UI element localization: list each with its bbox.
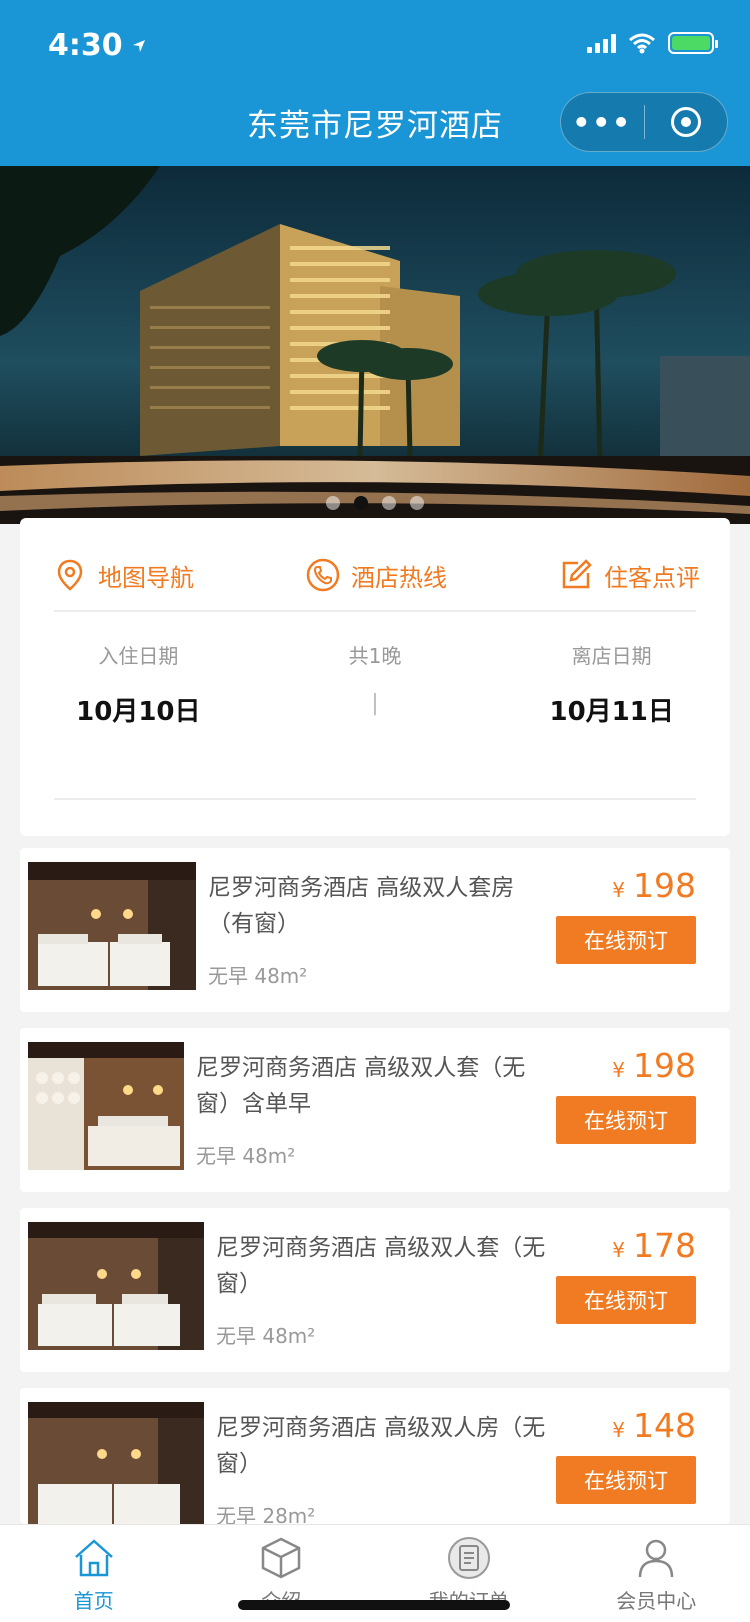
price-value: 198 — [633, 1046, 696, 1085]
room-card[interactable]: 尼罗河商务酒店 高级双人套（无窗）含单早 无早 48m² ¥198 在线预订 — [20, 1028, 730, 1192]
target-icon — [670, 107, 701, 137]
mini-program-capsule: ••• — [560, 92, 728, 152]
room-meta: 无早 48m² — [208, 964, 308, 988]
hotel-hotline-button[interactable]: 酒店热线 — [305, 540, 447, 610]
more-menu-button[interactable]: ••• — [561, 106, 644, 139]
carousel-dot[interactable] — [410, 496, 424, 510]
checkin-label: 入住日期 — [98, 644, 179, 668]
room-card[interactable]: 尼罗河商务酒店 高级双人套（无窗） 无早 48m² ¥178 在线预订 — [20, 1208, 730, 1372]
phone-icon — [306, 558, 340, 592]
cube-icon — [262, 1537, 301, 1579]
date-picker[interactable]: 入住日期 10月10日 共1晚 | 离店日期 10月11日 — [20, 628, 730, 728]
map-navigation-button[interactable]: 地图导航 — [52, 540, 194, 610]
status-icons — [587, 32, 718, 54]
room-photo — [28, 862, 196, 990]
user-icon — [639, 1539, 674, 1578]
hotel-banner-carousel[interactable] — [0, 166, 750, 524]
room-meta: 无早 48m² — [196, 1144, 296, 1168]
room-photo — [28, 1402, 204, 1524]
hotel-info-card: 地图导航 酒店热线 住客点评 入住日期 10月10日 共1晚 | 离店日期 10… — [20, 518, 730, 836]
room-name: 尼罗河商务酒店 高级双人房（无窗） — [216, 1415, 546, 1477]
book-online-button[interactable]: 在线预订 — [556, 916, 696, 964]
price-value: 148 — [633, 1406, 696, 1445]
price-value: 178 — [633, 1226, 696, 1265]
room-price: ¥198 — [612, 866, 696, 905]
hotel-hotline-label: 酒店热线 — [351, 563, 447, 592]
map-navigation-label: 地图导航 — [98, 563, 194, 592]
room-photo — [28, 1222, 204, 1350]
clock-text: 4:30 — [48, 28, 123, 63]
tab-member-center-label: 会员中心 — [616, 1589, 697, 1613]
home-indicator[interactable] — [238, 1600, 510, 1610]
currency-symbol: ¥ — [612, 1058, 625, 1082]
room-meta: 无早 28m² — [216, 1504, 316, 1524]
book-online-button[interactable]: 在线预订 — [556, 1456, 696, 1504]
carousel-dot[interactable] — [382, 496, 396, 510]
order-list-icon — [447, 1537, 490, 1579]
signal-icon — [587, 33, 616, 53]
room-photo — [28, 1042, 184, 1170]
nights-label: 共1晚 — [348, 644, 402, 668]
hotel-night-photo — [0, 166, 750, 524]
close-mini-program-button[interactable] — [645, 107, 728, 137]
checkin-value: 10月10日 — [76, 697, 201, 727]
wifi-icon — [629, 33, 655, 54]
tab-home-label: 首页 — [73, 1589, 114, 1613]
nights-count: 共1晚 | — [257, 628, 494, 728]
map-pin-icon — [57, 559, 83, 591]
room-name: 尼罗河商务酒店 高级双人套房（有窗） — [208, 875, 515, 937]
quick-actions: 地图导航 酒店热线 住客点评 — [20, 518, 730, 610]
status-time: 4:30 — [48, 28, 147, 63]
room-price: ¥198 — [612, 1046, 696, 1085]
room-card[interactable]: 尼罗河商务酒店 高级双人房（无窗） 无早 28m² ¥148 在线预订 — [20, 1388, 730, 1524]
divider — [54, 798, 696, 800]
book-online-button[interactable]: 在线预订 — [556, 1096, 696, 1144]
room-price: ¥178 — [612, 1226, 696, 1265]
checkout-value: 10月11日 — [549, 697, 674, 727]
room-meta: 无早 48m² — [216, 1324, 316, 1348]
room-name: 尼罗河商务酒店 高级双人套（无窗）含单早 — [196, 1055, 526, 1117]
carousel-dot[interactable] — [326, 496, 340, 510]
tab-member-center[interactable]: 会员中心 — [563, 1525, 750, 1622]
carousel-dot-active[interactable] — [354, 496, 368, 510]
battery-icon — [668, 32, 718, 54]
currency-symbol: ¥ — [612, 1238, 625, 1262]
date-divider: | — [371, 691, 379, 716]
location-arrow-icon — [132, 39, 145, 52]
book-online-button[interactable]: 在线预订 — [556, 1276, 696, 1324]
navigation-bar: 4:30 东莞市尼罗河酒店 ••• — [0, 0, 750, 166]
home-icon — [74, 1539, 113, 1577]
room-card[interactable]: 尼罗河商务酒店 高级双人套房（有窗） 无早 48m² ¥198 在线预订 — [20, 848, 730, 1012]
checkin-date[interactable]: 入住日期 10月10日 — [20, 628, 257, 728]
tab-home[interactable]: 首页 — [0, 1525, 188, 1622]
room-name: 尼罗河商务酒店 高级双人套（无窗） — [216, 1235, 546, 1297]
checkout-label: 离店日期 — [571, 644, 652, 668]
checkout-date[interactable]: 离店日期 10月11日 — [493, 628, 730, 728]
price-value: 198 — [633, 866, 696, 905]
guest-review-label: 住客点评 — [604, 563, 700, 592]
currency-symbol: ¥ — [612, 1418, 625, 1442]
edit-icon — [562, 559, 592, 589]
guest-review-button[interactable]: 住客点评 — [558, 540, 700, 610]
currency-symbol: ¥ — [612, 878, 625, 902]
divider — [54, 610, 696, 612]
room-price: ¥148 — [612, 1406, 696, 1445]
carousel-dots — [0, 496, 750, 510]
